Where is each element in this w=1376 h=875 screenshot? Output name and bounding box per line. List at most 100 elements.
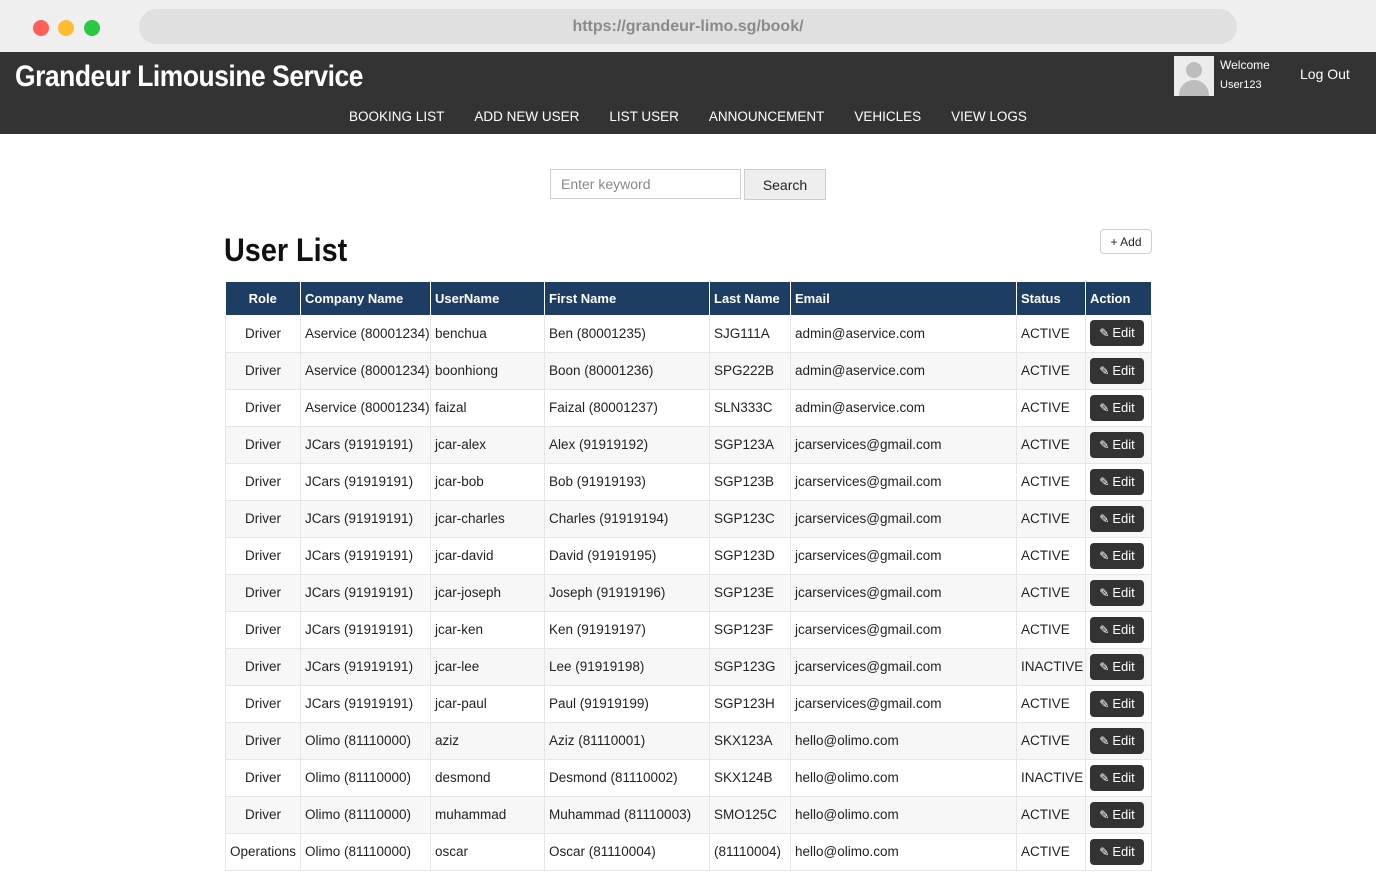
username-cell: desmond [430,759,545,797]
status-cell: ACTIVE [1016,685,1086,723]
edit-label: Edit [1112,732,1135,748]
role-cell: Driver [225,537,301,575]
edit-button[interactable]: ✎ Edit [1090,542,1144,569]
logout-link[interactable]: Log Out [1300,66,1350,82]
nav-view-logs[interactable]: VIEW LOGS [951,106,1027,128]
edit-label: Edit [1112,695,1135,711]
close-window-button[interactable] [33,20,49,36]
column-header-email[interactable]: Email [790,282,1017,315]
pencil-icon: ✎ [1099,363,1110,378]
nav-vehicles[interactable]: VEHICLES [854,106,921,128]
username-cell: benchua [430,315,545,353]
edit-label: Edit [1112,325,1135,341]
edit-label: Edit [1112,473,1135,489]
role-cell: Operations [225,833,301,871]
minimize-window-button[interactable] [58,20,74,36]
username-cell: jcar-david [430,537,545,575]
email-cell: jcarservices@gmail.com [790,611,1017,649]
edit-button[interactable]: ✎ Edit [1090,394,1144,421]
last-name-cell: SGP123H [709,685,791,723]
edit-button[interactable]: ✎ Edit [1090,838,1144,865]
first-name-cell: David (91919195) [544,537,710,575]
email-cell: jcarservices@gmail.com [790,685,1017,723]
username-cell: jcar-lee [430,648,545,686]
action-cell: ✎ Edit [1085,389,1152,427]
address-bar[interactable]: https://grandeur-limo.sg/book/ [139,9,1237,44]
last-name-cell: SGP123B [709,463,791,501]
edit-button[interactable]: ✎ Edit [1090,727,1144,754]
action-cell: ✎ Edit [1085,611,1152,649]
site-header: Grandeur Limousine Service Welcome User1… [0,52,1376,134]
maximize-window-button[interactable] [84,20,100,36]
edit-label: Edit [1112,399,1135,415]
search-input[interactable] [550,169,741,199]
edit-button[interactable]: ✎ Edit [1090,579,1144,606]
pencil-icon: ✎ [1099,474,1110,489]
role-cell: Driver [225,648,301,686]
table-header-row: Role Company Name UserName First Name La… [225,282,1152,315]
email-cell: jcarservices@gmail.com [790,500,1017,538]
brand-title[interactable]: Grandeur Limousine Service [15,60,363,94]
edit-button[interactable]: ✎ Edit [1090,357,1144,384]
column-header-first-name[interactable]: First Name [544,282,710,315]
nav-announcement[interactable]: ANNOUNCEMENT [709,106,825,128]
edit-button[interactable]: ✎ Edit [1090,431,1144,458]
edit-label: Edit [1112,621,1135,637]
table-row: Driver JCars (91919191) jcar-ken Ken (91919… [225,611,1152,649]
company-cell: Aservice (80001234) [300,389,431,427]
username-cell: faizal [430,389,545,427]
column-header-username[interactable]: UserName [430,282,545,315]
edit-label: Edit [1112,769,1135,785]
pencil-icon: ✎ [1099,807,1110,822]
email-cell: jcarservices@gmail.com [790,537,1017,575]
company-cell: Olimo (81110000) [300,722,431,760]
role-cell: Driver [225,759,301,797]
status-cell: ACTIVE [1016,500,1086,538]
action-cell: ✎ Edit [1085,796,1152,834]
browser-chrome: https://grandeur-limo.sg/book/ [0,0,1376,52]
table-row: Driver Olimo (81110000) desmond Desmond (81… [225,759,1152,797]
status-cell: ACTIVE [1016,389,1086,427]
pencil-icon: ✎ [1099,659,1110,674]
search-button[interactable]: Search [744,169,826,200]
pencil-icon: ✎ [1099,548,1110,563]
edit-label: Edit [1112,843,1135,859]
username-cell: boonhiong [430,352,545,390]
nav-add-new-user[interactable]: ADD NEW USER [474,106,579,128]
nav-list-user[interactable]: LIST USER [609,106,679,128]
column-header-company-name[interactable]: Company Name [300,282,431,315]
table-row: Driver Aservice (80001234) benchua Ben (800… [225,315,1152,353]
email-cell: admin@aservice.com [790,389,1017,427]
edit-button[interactable]: ✎ Edit [1090,468,1144,495]
pencil-icon: ✎ [1099,844,1110,859]
role-cell: Driver [225,722,301,760]
edit-button[interactable]: ✎ Edit [1090,505,1144,532]
company-cell: Aservice (80001234) [300,352,431,390]
nav-booking-list[interactable]: BOOKING LIST [349,106,444,128]
role-cell: Driver [225,352,301,390]
edit-button[interactable]: ✎ Edit [1090,320,1144,347]
edit-button[interactable]: ✎ Edit [1090,616,1144,643]
column-header-last-name[interactable]: Last Name [709,282,791,315]
edit-button[interactable]: ✎ Edit [1090,653,1144,680]
email-cell: hello@olimo.com [790,759,1017,797]
edit-button[interactable]: ✎ Edit [1090,764,1144,791]
action-cell: ✎ Edit [1085,426,1152,464]
email-cell: jcarservices@gmail.com [790,574,1017,612]
action-cell: ✎ Edit [1085,648,1152,686]
pencil-icon: ✎ [1099,696,1110,711]
company-cell: JCars (91919191) [300,426,431,464]
column-header-status[interactable]: Status [1016,282,1086,315]
role-cell: Driver [225,315,301,353]
edit-button[interactable]: ✎ Edit [1090,801,1144,828]
action-cell: ✎ Edit [1085,833,1152,871]
company-cell: JCars (91919191) [300,611,431,649]
company-cell: Olimo (81110000) [300,796,431,834]
edit-button[interactable]: ✎ Edit [1090,690,1144,717]
username-cell: jcar-bob [430,463,545,501]
add-user-button[interactable]: + Add [1100,229,1152,254]
action-cell: ✎ Edit [1085,537,1152,575]
username-cell: jcar-paul [430,685,545,723]
last-name-cell: SPG222B [709,352,791,390]
column-header-role[interactable]: Role [225,282,301,315]
